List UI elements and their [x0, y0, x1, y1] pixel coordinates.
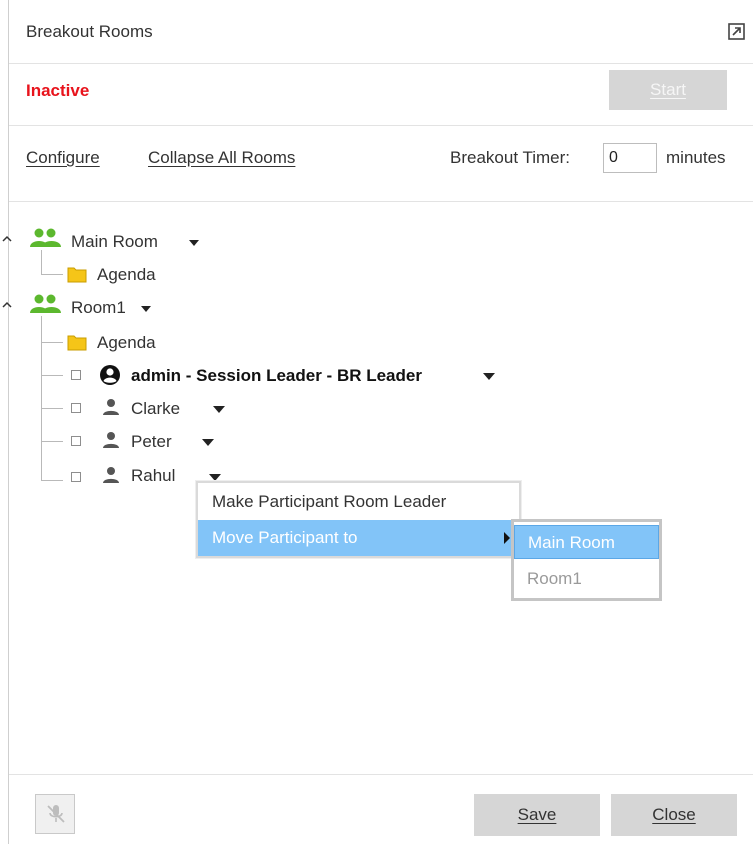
room-group-icon	[30, 228, 61, 247]
start-button-label: Start	[650, 80, 686, 99]
participant-name[interactable]: Rahul	[131, 466, 175, 486]
window-title: Breakout Rooms	[26, 22, 153, 41]
collapse-all-rooms-link[interactable]: Collapse All Rooms	[148, 148, 295, 168]
account-circle-icon	[100, 365, 120, 385]
save-button[interactable]: Save	[474, 794, 600, 836]
participant-name[interactable]: Clarke	[131, 399, 180, 419]
move-to-submenu: Main Room Room1	[511, 519, 662, 601]
tree-connector	[41, 342, 63, 343]
tree-connector	[41, 250, 42, 275]
participant-checkbox[interactable]	[71, 370, 81, 380]
popout-icon[interactable]	[727, 22, 747, 42]
tree-connector	[41, 274, 63, 275]
participant-context-menu: Make Participant Room Leader Move Partic…	[196, 481, 521, 558]
move-to-room1-item: Room1	[514, 562, 659, 596]
main-room-agenda[interactable]: Agenda	[97, 265, 156, 285]
person-icon	[103, 399, 119, 415]
participant-dropdown-icon[interactable]	[213, 406, 225, 413]
start-button[interactable]: Start	[609, 70, 727, 110]
move-participant-menu-item[interactable]: Move Participant to	[198, 520, 519, 556]
room1-agenda[interactable]: Agenda	[97, 333, 156, 353]
breakout-rooms-panel: Breakout Rooms Inactive Start Configure …	[2, 0, 753, 844]
submenu-item-label: Main Room	[528, 533, 615, 552]
breakout-timer-input[interactable]	[603, 143, 657, 173]
configure-link[interactable]: Configure	[26, 148, 100, 168]
room1-label[interactable]: Room1	[71, 298, 126, 318]
room1-dropdown-icon[interactable]	[141, 306, 151, 312]
submenu-item-label: Room1	[527, 569, 582, 588]
menu-item-label: Move Participant to	[212, 528, 358, 547]
tree-connector	[41, 480, 63, 481]
collapse-main-room-icon[interactable]	[2, 234, 12, 244]
participant-dropdown-icon[interactable]	[209, 474, 221, 481]
participant-name[interactable]: Peter	[131, 432, 172, 452]
move-to-main-room-item[interactable]: Main Room	[514, 525, 659, 559]
save-button-label: Save	[517, 805, 557, 824]
close-button-label: Close	[652, 805, 696, 824]
participant-checkbox[interactable]	[71, 472, 81, 482]
participant-dropdown-icon[interactable]	[202, 439, 214, 446]
participant-dropdown-icon[interactable]	[483, 373, 495, 380]
submenu-arrow-icon	[504, 532, 510, 544]
participant-name[interactable]: admin - Session Leader - BR Leader	[131, 366, 422, 386]
main-room-label[interactable]: Main Room	[71, 232, 158, 252]
tree-connector	[41, 408, 63, 409]
participant-checkbox[interactable]	[71, 436, 81, 446]
tree-connector	[41, 375, 63, 376]
participant-checkbox[interactable]	[71, 403, 81, 413]
menu-item-label: Make Participant Room Leader	[212, 492, 447, 511]
tree-connector	[41, 316, 42, 480]
close-button[interactable]: Close	[611, 794, 737, 836]
make-room-leader-menu-item[interactable]: Make Participant Room Leader	[198, 484, 519, 520]
person-icon	[103, 432, 119, 448]
timer-unit-label: minutes	[666, 148, 726, 167]
session-status: Inactive	[26, 81, 90, 100]
breakout-timer-label: Breakout Timer:	[450, 148, 570, 167]
collapse-room1-icon[interactable]	[2, 300, 12, 310]
mic-off-icon	[47, 805, 65, 823]
mic-toggle-button[interactable]	[35, 794, 75, 834]
folder-icon	[67, 335, 87, 351]
main-room-dropdown-icon[interactable]	[189, 240, 199, 246]
folder-icon	[67, 267, 87, 283]
tree-connector	[41, 441, 63, 442]
person-icon	[103, 467, 119, 483]
room-group-icon	[30, 294, 61, 313]
title-bar: Breakout Rooms	[9, 0, 753, 64]
